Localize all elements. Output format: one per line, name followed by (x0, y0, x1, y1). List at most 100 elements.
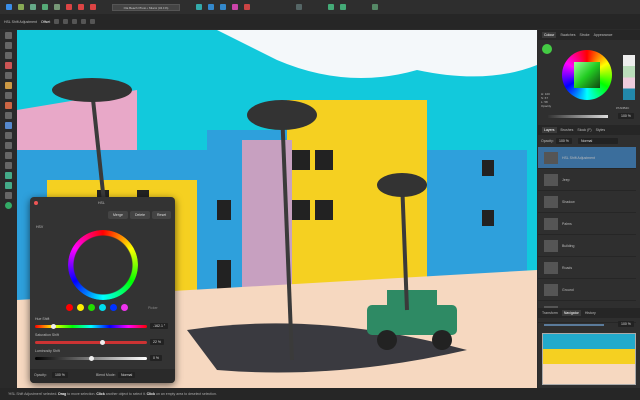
persona-liquify-icon[interactable] (18, 4, 24, 10)
persona-photo-icon[interactable] (6, 4, 12, 10)
fill-icon[interactable] (5, 102, 12, 109)
transform2-icon[interactable] (63, 19, 69, 24)
assistant-icon[interactable] (42, 4, 48, 10)
hsv-checkbox[interactable]: HSV (36, 225, 43, 229)
tab-brushes[interactable]: Brushes (561, 128, 574, 132)
arrange-icon[interactable] (196, 4, 202, 10)
blend-mode-select[interactable]: Normal (118, 372, 136, 378)
blur-icon[interactable] (5, 132, 12, 139)
tab-swatches[interactable]: Swatches (560, 33, 575, 37)
layer-row[interactable]: Ground (538, 279, 636, 301)
layer-thumbnail (544, 151, 558, 164)
swatch[interactable] (121, 304, 128, 311)
flood-select-icon[interactable] (5, 72, 12, 79)
swatch[interactable] (110, 304, 117, 311)
refine-icon[interactable] (244, 4, 250, 10)
colour-wheel[interactable] (562, 50, 612, 100)
clone-icon[interactable] (5, 122, 12, 129)
personal-icon[interactable] (372, 4, 378, 10)
luminosity-shift-value[interactable]: 0 % (150, 355, 163, 361)
selection3-icon[interactable] (90, 4, 96, 10)
snapping-icon[interactable] (220, 4, 226, 10)
hue-shift-value[interactable]: -162.1 ° (150, 323, 169, 329)
zoom-slider[interactable] (544, 324, 604, 326)
move-tool-icon[interactable] (5, 32, 12, 39)
delete-button[interactable]: Delete (130, 211, 151, 219)
pen-icon[interactable] (5, 142, 12, 149)
tab-layers[interactable]: Layers (542, 127, 557, 133)
studio2-icon[interactable] (340, 4, 346, 10)
saturation-shift-slider[interactable] (35, 340, 147, 345)
swatch[interactable] (66, 304, 73, 311)
layer-row[interactable]: Shadow (538, 191, 636, 213)
slider-handle[interactable] (51, 324, 57, 329)
layer-row[interactable]: Roads (538, 257, 636, 279)
context-mode[interactable]: Offset (41, 20, 50, 24)
transform5-icon[interactable] (90, 19, 96, 24)
luminosity-shift-slider[interactable] (35, 356, 147, 361)
opacity-value[interactable]: 100 % (52, 372, 68, 378)
tab-colour[interactable]: Colour (542, 32, 557, 38)
gradient-icon[interactable] (5, 172, 12, 179)
shape-icon[interactable] (5, 152, 12, 159)
opacity-slider[interactable] (548, 115, 608, 118)
tab-navigator[interactable]: Navigator (561, 310, 581, 316)
selection-icon[interactable] (66, 4, 72, 10)
navigator-preview[interactable] (542, 333, 636, 385)
saturation-shift-value[interactable]: 22 % (150, 339, 164, 345)
view-icon[interactable] (296, 4, 302, 10)
persona-develop-icon[interactable] (30, 4, 36, 10)
studio-icon[interactable] (328, 4, 334, 10)
tab-transform[interactable]: Transform (542, 311, 558, 315)
swatch[interactable] (77, 304, 84, 311)
erase-icon[interactable] (5, 92, 12, 99)
fill-colour-icon[interactable] (542, 44, 552, 54)
recent-colours[interactable] (623, 55, 635, 100)
zoom-value[interactable]: 100 % (618, 321, 634, 327)
selection2-icon[interactable] (78, 4, 84, 10)
layer-thumbnail (544, 173, 558, 186)
tab-styles[interactable]: Styles (596, 128, 606, 132)
zoom-icon[interactable] (5, 192, 12, 199)
paint-brush-icon[interactable] (5, 82, 12, 89)
tab-stock[interactable]: Stock (F) (577, 128, 591, 132)
opacity-label: Opacity: (34, 373, 47, 377)
layer-row[interactable]: Building (538, 235, 636, 257)
status-bar: 'HSL Shift Adjustment' selected. Drag to… (0, 388, 640, 400)
tab-history[interactable]: History (585, 311, 596, 315)
layer-thumbnail (544, 195, 558, 208)
transform4-icon[interactable] (81, 19, 87, 24)
layer-row[interactable]: HSL Shift Adjustment (538, 147, 636, 169)
text-icon[interactable] (5, 162, 12, 169)
picker-button[interactable]: Picker (148, 306, 158, 310)
colour-opacity-value[interactable]: 100 % (618, 113, 634, 119)
swatch[interactable] (88, 304, 95, 311)
merge-button[interactable]: Merge (108, 211, 128, 219)
selection-brush-icon[interactable] (5, 62, 12, 69)
slider-handle[interactable] (88, 356, 94, 361)
tab-appearance[interactable]: Appearance (594, 33, 613, 37)
document-title[interactable]: Ola Beach Photo • Miami (34.1%) (112, 3, 180, 11)
swatch[interactable] (99, 304, 106, 311)
layer-opacity-value[interactable]: 100 % (556, 138, 572, 144)
dodge-icon[interactable] (5, 112, 12, 119)
quickmask-icon[interactable] (232, 4, 238, 10)
slider-handle[interactable] (100, 340, 106, 345)
mode-icon[interactable] (54, 4, 60, 10)
close-icon[interactable] (34, 201, 38, 205)
hue-shift-slider[interactable] (35, 324, 147, 329)
align-icon[interactable] (208, 4, 214, 10)
layer-blend-select[interactable]: Normal (578, 138, 618, 144)
transform-icon[interactable] (54, 19, 60, 24)
transform3-icon[interactable] (72, 19, 78, 24)
colour-icon[interactable] (5, 202, 12, 209)
gradient2-icon[interactable] (5, 182, 12, 189)
reset-button[interactable]: Reset (152, 211, 172, 219)
layer-row[interactable]: Jeep (538, 169, 636, 191)
hex-value[interactable]: #7ADB4C (616, 106, 629, 110)
hue-wheel[interactable] (68, 230, 138, 300)
tab-stroke[interactable]: Stroke (580, 33, 590, 37)
crop-tool-icon[interactable] (5, 52, 12, 59)
layer-row[interactable]: Palms (538, 213, 636, 235)
view-tool-icon[interactable] (5, 42, 12, 49)
